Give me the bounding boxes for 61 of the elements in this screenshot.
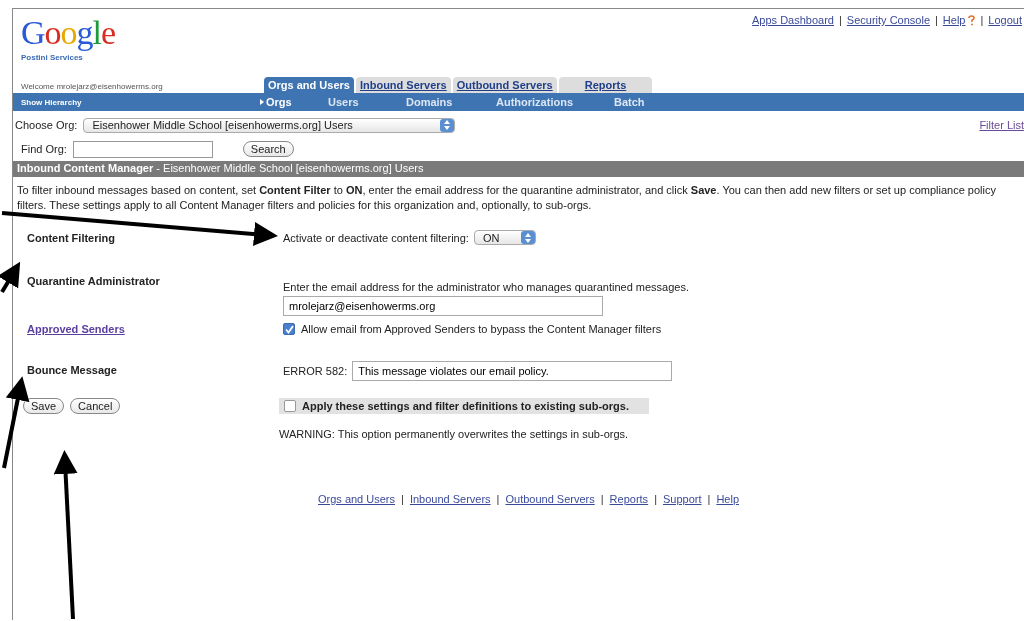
- google-logo: Google: [21, 13, 116, 53]
- triangle-icon: [260, 99, 264, 105]
- filter-list-link[interactable]: Filter List: [979, 119, 1024, 131]
- link-separator: |: [839, 14, 842, 26]
- header-link[interactable]: Apps Dashboard: [752, 14, 834, 26]
- stepper-arrows-icon: [444, 120, 451, 130]
- org-select[interactable]: Eisenhower Middle School [eisenhowerms.org] Users: [83, 117, 456, 133]
- field-label: Quarantine Administrator: [27, 275, 160, 287]
- field-label: Content Filtering: [27, 232, 115, 244]
- field-description: Enter the email address for the administrator who manages quarantined messages.: [283, 280, 689, 293]
- header-link[interactable]: Security Console: [846, 14, 930, 26]
- header-link[interactable]: Logout: [988, 14, 1022, 26]
- checkbox[interactable]: [283, 323, 295, 335]
- subnav-item[interactable]: Authorizations: [496, 96, 573, 108]
- approved-senders-link[interactable]: Approved Senders: [27, 323, 125, 335]
- choose-org-label: Choose Org:: [15, 119, 78, 131]
- footer-link[interactable]: Support: [663, 493, 702, 505]
- link-separator: |: [654, 493, 657, 505]
- footer-link[interactable]: Reports: [609, 493, 649, 505]
- warning-text: WARNING: This option permanently overwrites the settings in sub-orgs.: [279, 428, 629, 440]
- form-button[interactable]: Save: [23, 398, 65, 414]
- nav-tab[interactable]: Reports: [558, 77, 653, 93]
- nav-tab[interactable]: Outbound Servers: [452, 77, 557, 93]
- question-mark-icon: [968, 14, 976, 26]
- footer-link[interactable]: Inbound Servers: [409, 493, 491, 505]
- link-separator: |: [600, 493, 604, 505]
- link-separator: |: [980, 14, 984, 26]
- show-hierarchy-link[interactable]: Show Hierarchy: [13, 97, 266, 107]
- annotation-arrow: [0, 261, 21, 294]
- subnav-item[interactable]: Orgs: [266, 96, 292, 108]
- field-label: Bounce Message: [27, 364, 117, 376]
- email-field[interactable]: mrolejarz@eisenhowerms.org: [283, 295, 603, 316]
- find-org-field[interactable]: [72, 140, 213, 158]
- footer-link[interactable]: Outbound Servers: [505, 493, 595, 505]
- logo-subtitle: Postini Services: [21, 53, 83, 62]
- link-separator: |: [935, 14, 938, 26]
- search-button[interactable]: Search: [242, 141, 294, 157]
- find-org-label: Find Org:: [21, 143, 67, 155]
- header-link[interactable]: Help: [942, 14, 966, 26]
- field-description: Activate or deactivate content filtering:: [283, 231, 469, 244]
- subnav-item[interactable]: Batch: [614, 96, 645, 108]
- bounce-message-field[interactable]: This message violates our email policy.: [352, 361, 673, 381]
- filter-select[interactable]: ON: [473, 230, 536, 245]
- link-separator: |: [707, 493, 711, 505]
- checkbox[interactable]: [284, 400, 296, 412]
- footer-link[interactable]: Help: [716, 493, 739, 505]
- footer-link[interactable]: Orgs and Users: [318, 493, 395, 505]
- subnav-item[interactable]: Users: [328, 96, 359, 108]
- welcome-text: Welcome mrolejarz@eisenhowerms.org: [20, 82, 164, 93]
- nav-tab[interactable]: Orgs and Users: [264, 77, 354, 93]
- checkbox-label: Allow email from Approved Senders to bypass the Content Manager filters: [301, 323, 662, 335]
- stepper-arrows-icon: [524, 232, 531, 243]
- section-title-bar: Inbound Content Manager - Eisenhower Middle School [eisenhowerms.org] Users: [13, 161, 1024, 177]
- nav-tab[interactable]: Inbound Servers: [355, 77, 451, 93]
- intro-paragraph: To filter inbound messages based on content, set Content Filter to ON, enter the email address for the quarantine administrator, and click Save. You can then add new filters or set up compliance policy filters. These settings apply to all Content Manager filters and policies for this organization and, optionally, to sub-orgs.: [17, 183, 997, 213]
- form-button[interactable]: Cancel: [70, 398, 121, 414]
- subnav-item[interactable]: Domains: [406, 96, 453, 108]
- link-separator: |: [401, 493, 404, 505]
- error-code-label: ERROR 582:: [283, 365, 348, 377]
- checkbox-label: Apply these settings and filter definitions to existing sub-orgs.: [302, 400, 629, 412]
- link-separator: |: [496, 493, 500, 505]
